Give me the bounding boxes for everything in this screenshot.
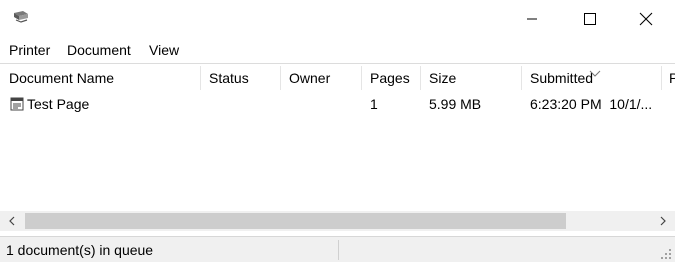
document-icon [10, 97, 24, 111]
cell-pages: 1 [370, 96, 378, 112]
document-list[interactable]: Document Name Status Owner Pages Size Su… [0, 63, 675, 233]
table-row[interactable]: Test Page 1 5.99 MB 6:23:20 PM 10/1/... [0, 93, 675, 115]
menu-document[interactable]: Document [67, 42, 131, 58]
column-pages[interactable]: Pages [361, 64, 420, 92]
print-queue-window: Printer Document View Document Name Stat… [0, 0, 675, 262]
resize-grip-icon[interactable] [659, 247, 673, 261]
column-size[interactable]: Size [420, 64, 521, 92]
maximize-button[interactable] [561, 0, 619, 38]
menu-bar: Printer Document View [0, 38, 675, 62]
scrollbar-thumb[interactable] [25, 213, 566, 229]
cell-submitted: 6:23:20 PM 10/1/... [530, 96, 653, 112]
horizontal-scrollbar[interactable] [0, 211, 675, 231]
menu-printer[interactable]: Printer [9, 42, 50, 58]
minimize-icon [527, 18, 537, 20]
printer-icon [11, 10, 31, 26]
chevron-left-icon [9, 216, 15, 226]
queue-status-text: 1 document(s) in queue [6, 242, 154, 258]
title-bar[interactable] [0, 0, 675, 38]
column-header: Document Name Status Owner Pages Size Su… [0, 64, 675, 92]
close-button[interactable] [617, 0, 675, 38]
scroll-right-button[interactable] [651, 211, 675, 231]
chevron-right-icon [660, 216, 666, 226]
close-icon [639, 12, 653, 26]
status-bar: 1 document(s) in queue [0, 236, 675, 262]
menu-view[interactable]: View [149, 42, 179, 58]
column-owner[interactable]: Owner [280, 64, 361, 92]
sort-descending-icon [589, 65, 601, 77]
cell-document-name: Test Page [27, 96, 90, 112]
column-status[interactable]: Status [200, 64, 280, 92]
maximize-icon [584, 13, 596, 25]
status-divider [338, 240, 339, 260]
column-document-name[interactable]: Document Name [0, 64, 200, 92]
column-port[interactable]: P [661, 64, 675, 92]
cell-owner [289, 93, 359, 115]
cell-status [209, 93, 279, 115]
scroll-left-button[interactable] [0, 211, 24, 231]
cell-size: 5.99 MB [429, 96, 482, 112]
minimize-button[interactable] [503, 0, 561, 38]
